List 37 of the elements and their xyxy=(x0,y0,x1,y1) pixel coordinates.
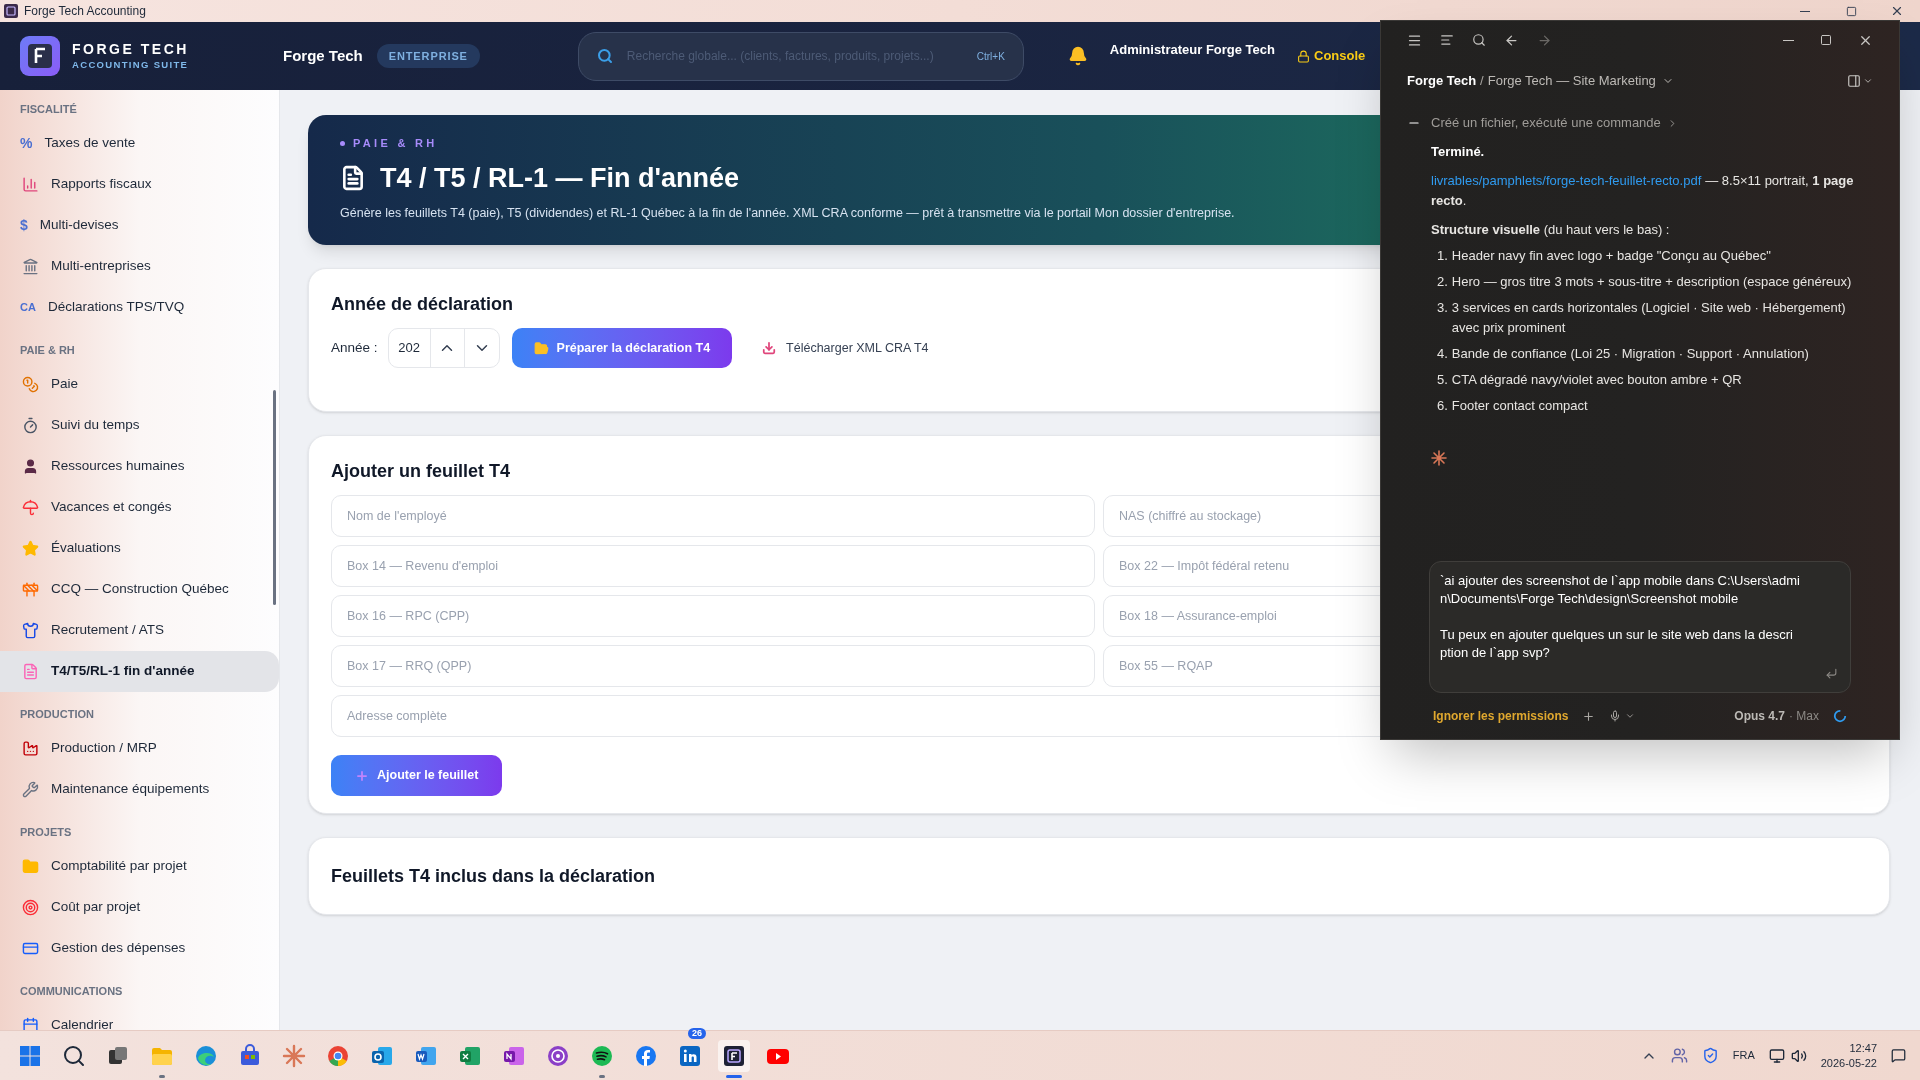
section-eyebrow: PAIE & RH xyxy=(353,136,438,151)
step-text: Bande de confiance (Loi 25 · Migration · Support · Annulation) xyxy=(1451,345,1809,363)
section-heading: PAIE & RH xyxy=(19,343,76,358)
step-text: CTA dégradé navy/violet avec bouton ambre + QR xyxy=(1451,371,1742,389)
effort-label: · Max xyxy=(1789,708,1819,725)
file-summary: livrables/pamphlets/forge-tech-feuillet-recto.pdf — 8.5×11 portrait, 1 page recto. xyxy=(1431,172,1855,210)
section-heading: PRODUCTION xyxy=(19,707,95,722)
step-text: Header navy fin avec logo + badge "Conçu au Québec" xyxy=(1451,247,1771,265)
year-label: Année : xyxy=(331,338,378,357)
section-heading: COMMUNICATIONS xyxy=(19,984,124,999)
section-heading: FISCALITÉ xyxy=(19,102,78,117)
step-number: 3. xyxy=(1437,299,1448,317)
card-title: Année de déclaration xyxy=(331,293,514,316)
step-number: 6. xyxy=(1437,397,1448,415)
keyboard-shortcut: Ctrl+K xyxy=(976,49,1005,64)
section-heading: PROJETS xyxy=(19,825,73,840)
notification-badge: 26 xyxy=(688,1027,706,1039)
company-name: Forge Tech xyxy=(283,45,363,66)
step-text: 3 services en cards horizontales (Logiciel · Site web · Hébergement) avec prix prominent xyxy=(1451,299,1847,337)
user-name: Administrateur Forge Tech xyxy=(1109,41,1275,59)
step-number: 2. xyxy=(1437,273,1448,291)
brand-name: FORGE TECH xyxy=(72,42,189,57)
brand-tagline: ACCOUNTING SUITE xyxy=(72,60,189,70)
structure-heading: Structure visuelle (du haut vers le bas) : xyxy=(1431,221,1671,239)
page-title: T4 / T5 / RL-1 — Fin d'année xyxy=(380,161,739,195)
step-number: 4. xyxy=(1437,345,1448,363)
plan-badge: ENTERPRISE xyxy=(376,43,480,69)
step-number: 1. xyxy=(1437,247,1448,265)
step-text: Footer contact compact xyxy=(1451,397,1588,415)
card-title: Feuillets T4 inclus dans la déclaration xyxy=(331,864,656,888)
breadcrumb-separator: / xyxy=(1480,72,1484,91)
step-text: Hero — gros titre 3 mots + sous-titre + description (espace généreux) xyxy=(1451,273,1852,291)
page-description: Génère les feuillets T4 (paie), T5 (dividendes) et RL-1 Québec à la fin de l'année. XML CRA conforme — prêt à transmettre via le portail Mon dossier d'entreprise. xyxy=(340,205,1236,222)
step-number: 5. xyxy=(1437,371,1448,389)
window-title: Forge Tech Accounting xyxy=(24,3,146,20)
card-title: Ajouter un feuillet T4 xyxy=(331,460,510,483)
status-text: Terminé. xyxy=(1431,143,1486,161)
